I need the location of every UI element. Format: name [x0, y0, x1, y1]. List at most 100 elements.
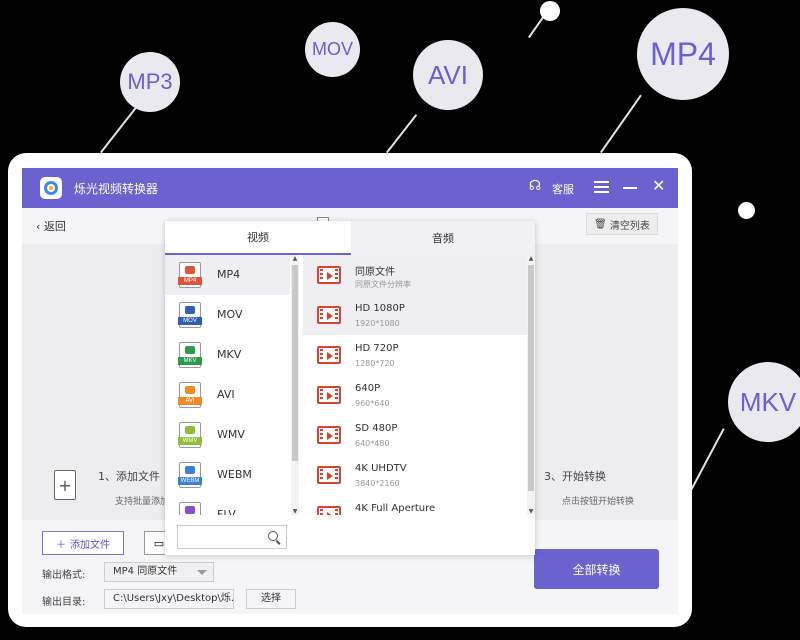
format-item[interactable]: FLV FLV [165, 495, 290, 515]
resolution-item[interactable]: HD 1080P 1920*1080 [303, 295, 527, 335]
resolution-item[interactable]: 640P 960*640 [303, 375, 527, 415]
format-popup: 视频 音频 MP4 MP4 MOV MOV MKV MKV AVI AVI WMV WMV WEBM… [165, 221, 535, 555]
resolution-item[interactable]: SD 480P 640*480 [303, 415, 527, 455]
customer-service-button[interactable]: 客服 [552, 181, 574, 197]
film-icon [317, 506, 341, 515]
bubble-avi: AVI [413, 40, 483, 110]
search-icon[interactable] [268, 531, 278, 541]
add-file-button[interactable]: ＋ 添加文件 [42, 531, 124, 555]
scroll-thumb[interactable] [292, 265, 298, 461]
output-format-select[interactable]: MP4 同原文件 [104, 562, 214, 582]
film-icon [317, 266, 341, 284]
video-file-icon: AVI [178, 382, 202, 408]
video-file-icon: WEBM [178, 462, 202, 488]
video-file-icon: WMV [178, 422, 202, 448]
resolution-item[interactable]: 4K UHDTV 3840*2160 [303, 455, 527, 495]
clear-list-label: 清空列表 [609, 220, 650, 232]
format-badge: MP4 [178, 277, 202, 285]
step1-title: 1、添加文件 [98, 470, 160, 483]
resolution-name: 同原文件 [355, 267, 395, 278]
resolution-list: 同原文件同原文件分辨率 HD 1080P 1920*1080 HD 720P 1280*… [303, 255, 527, 515]
title-bar: 烁光视频转换器 ☊ 客服 ✕ [22, 168, 678, 208]
resolution-size: 1280*720 [355, 359, 395, 368]
step3-title: 3、开始转换 [544, 470, 606, 483]
output-dir-label: 输出目录: [42, 597, 86, 608]
trash-icon: 🗑 [594, 218, 607, 230]
decor-dot [540, 1, 560, 21]
format-scrollbar[interactable]: ▲ ▼ [291, 255, 299, 515]
format-name: FLV [217, 508, 236, 515]
resolution-name: 4K UHDTV [355, 463, 407, 474]
resolution-name: HD 720P [355, 343, 399, 354]
clear-list-button[interactable]: 🗑 清空列表 [586, 213, 658, 235]
bubble-mp4: MP4 [637, 8, 729, 100]
resolution-item[interactable]: 4K Full Aperture [303, 495, 527, 515]
format-item[interactable]: WMV WMV [165, 415, 290, 455]
scroll-up-icon[interactable]: ▲ [527, 255, 535, 262]
folder-icon: ▭ [153, 536, 165, 550]
resolution-scrollbar[interactable]: ▲ ▼ [527, 255, 535, 515]
format-badge: WMV [178, 437, 202, 445]
video-file-icon: MOV [178, 302, 202, 328]
add-file-icon[interactable]: + [54, 470, 76, 500]
format-item[interactable]: MOV MOV [165, 295, 290, 335]
resolution-size: 640*480 [355, 439, 390, 448]
connector-line [690, 428, 725, 491]
headset-icon[interactable]: ☊ [527, 178, 543, 194]
bubble-mov: MOV [305, 22, 360, 77]
scroll-up-icon[interactable]: ▲ [291, 255, 299, 262]
step3-subtitle: 点击按钮开始转换 [562, 497, 635, 507]
close-icon[interactable]: ✕ [652, 178, 665, 194]
scroll-thumb[interactable] [528, 265, 534, 491]
resolution-item[interactable]: HD 720P 1280*720 [303, 335, 527, 375]
bubble-mkv: MKV [728, 362, 800, 442]
choose-dir-button[interactable]: 选择 [246, 589, 296, 609]
film-icon [317, 426, 341, 444]
convert-all-button[interactable]: 全部转换 [534, 549, 659, 589]
format-list: MP4 MP4 MOV MOV MKV MKV AVI AVI WMV WMV WEBM WEBM FL… [165, 255, 290, 515]
format-badge: WEBM [178, 477, 202, 485]
tab-audio[interactable]: 音频 [351, 221, 535, 255]
resolution-size: 960*640 [355, 399, 390, 408]
menu-icon[interactable] [594, 181, 609, 193]
format-search-input[interactable] [182, 527, 266, 550]
bubble-mp3: MP3 [120, 52, 180, 112]
format-item[interactable]: MKV MKV [165, 335, 290, 375]
output-format-label: 输出格式: [42, 570, 86, 581]
format-search-box[interactable] [177, 525, 287, 550]
format-badge: MOV [178, 317, 202, 325]
resolution-name: SD 480P [355, 423, 398, 434]
step1-subtitle: 支持批量添加 [115, 497, 170, 507]
format-name: WEBM [217, 468, 252, 481]
format-name: WMV [217, 428, 245, 441]
video-file-icon: MP4 [178, 262, 202, 288]
resolution-name: 640P [355, 383, 381, 394]
back-label: 返回 [43, 220, 66, 233]
tab-video[interactable]: 视频 [165, 221, 351, 255]
format-name: MOV [217, 308, 243, 321]
format-tabs: 视频 音频 [165, 221, 535, 255]
format-name: MKV [217, 348, 242, 361]
resolution-name: HD 1080P [355, 303, 405, 314]
film-icon [317, 466, 341, 484]
resolution-item[interactable]: 同原文件同原文件分辨率 [303, 255, 527, 295]
app-logo-icon [40, 177, 62, 199]
resolution-size: 同原文件分辨率 [355, 280, 411, 289]
output-dir-field[interactable]: C:\Users\Jxy\Desktop\烁... [104, 589, 234, 609]
app-title: 烁光视频转换器 [74, 182, 159, 196]
resolution-size: 1920*1080 [355, 319, 400, 328]
decor-dot [738, 202, 755, 219]
plus-icon: ＋ [56, 539, 66, 551]
connector-line [100, 104, 139, 154]
format-item[interactable]: WEBM WEBM [165, 455, 290, 495]
add-file-label: 添加文件 [70, 539, 110, 551]
resolution-name: 4K Full Aperture [355, 503, 436, 514]
scroll-down-icon[interactable]: ▼ [527, 508, 535, 515]
scroll-down-icon[interactable]: ▼ [291, 508, 299, 515]
resolution-size: 3840*2160 [355, 479, 400, 488]
format-item[interactable]: AVI AVI [165, 375, 290, 415]
minimize-icon[interactable] [623, 187, 637, 189]
back-button[interactable]: ‹ 返回 [36, 218, 66, 234]
format-badge: AVI [178, 397, 202, 405]
format-item[interactable]: MP4 MP4 [165, 255, 290, 295]
